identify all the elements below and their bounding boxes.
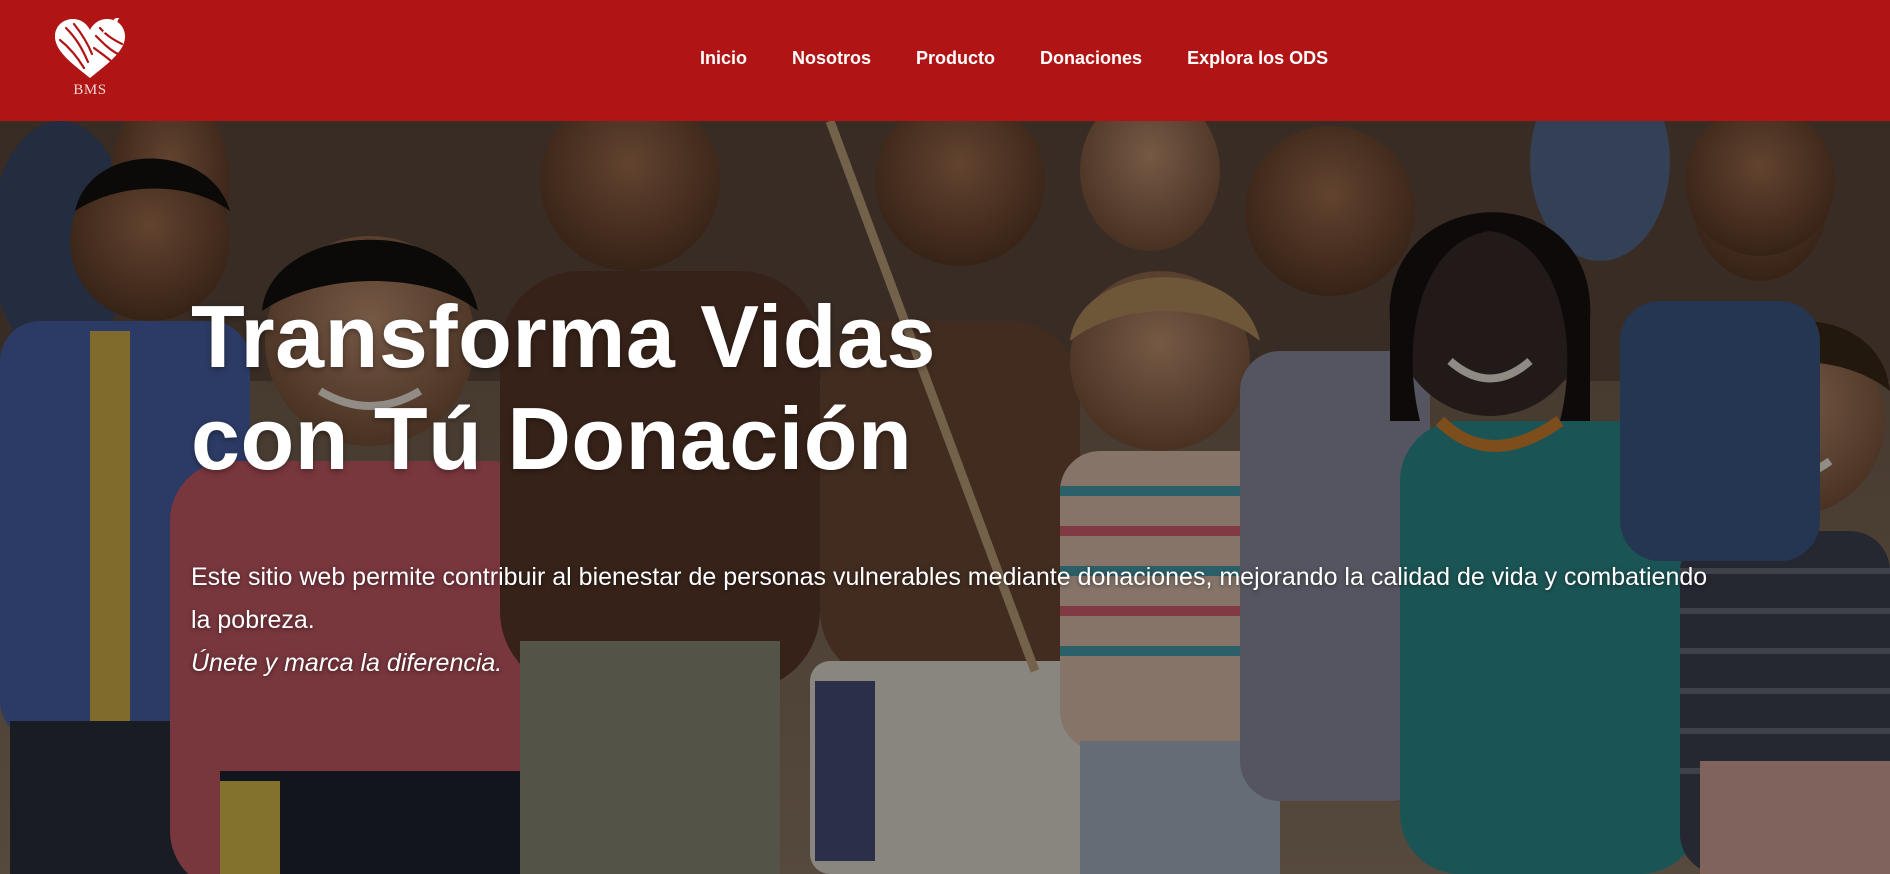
hero-section: Transforma Vidas con Tú Donación Este si… <box>0 121 1890 874</box>
hero-content: Transforma Vidas con Tú Donación Este si… <box>191 286 1741 685</box>
nav-item-explora-ods[interactable]: Explora los ODS <box>1187 48 1328 69</box>
hero-title-line-2: con Tú Donación <box>191 389 913 488</box>
nav-item-donaciones[interactable]: Donaciones <box>1040 48 1142 69</box>
nav-item-nosotros[interactable]: Nosotros <box>792 48 871 69</box>
page: BMS Inicio Nosotros Producto Donaciones … <box>0 0 1890 874</box>
brand-logo[interactable]: BMS <box>48 18 132 108</box>
hero-title-line-1: Transforma Vidas <box>191 287 936 386</box>
nav-item-inicio[interactable]: Inicio <box>700 48 747 69</box>
heart-yarn-logo-icon <box>54 18 126 78</box>
nav-item-producto[interactable]: Producto <box>916 48 995 69</box>
hero-title: Transforma Vidas con Tú Donación <box>191 286 1741 490</box>
main-nav: Inicio Nosotros Producto Donaciones Expl… <box>700 0 1373 117</box>
hero-call-to-action: Únete y marca la diferencia. <box>191 649 503 677</box>
logo-text: BMS <box>73 82 107 98</box>
site-header: BMS Inicio Nosotros Producto Donaciones … <box>0 0 1890 121</box>
hero-description: Este sitio web permite contribuir al bie… <box>191 563 1708 634</box>
